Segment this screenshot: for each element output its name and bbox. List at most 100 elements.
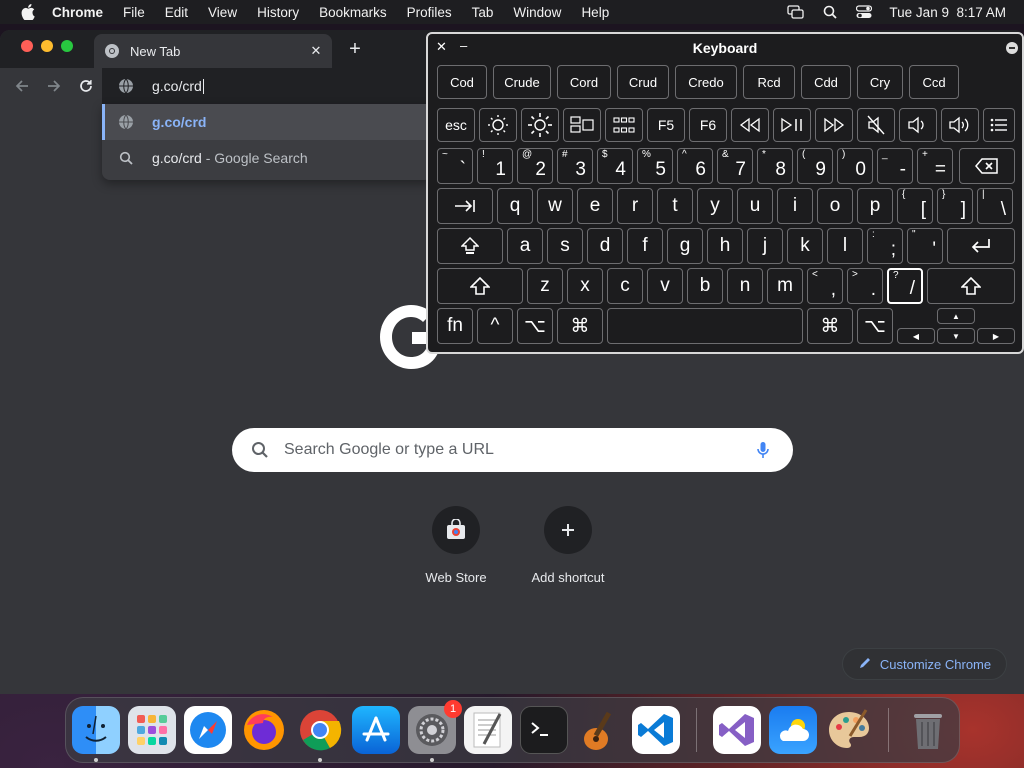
mission-control-icon[interactable] [563,108,601,142]
key-letter[interactable]: m [767,268,803,304]
key-letter[interactable]: p [857,188,893,224]
back-arrow-icon[interactable] [12,76,32,96]
menu-file[interactable]: File [123,5,145,20]
key-letter[interactable]: r [617,188,653,224]
minimize-window-button[interactable] [41,40,53,52]
key-number-11[interactable]: _ - [877,148,913,184]
option-right-key[interactable]: ⌥ [857,308,893,344]
key-letter[interactable]: w [537,188,573,224]
mute-icon[interactable] [857,108,895,142]
address-input[interactable]: g.co/crd [152,78,202,94]
space-bar[interactable] [607,308,803,344]
arrow-left-key-icon[interactable]: ◀ [897,328,935,344]
key-symbol-2[interactable]: | \ [977,188,1013,224]
textedit-icon[interactable] [464,706,512,754]
volume-up-icon[interactable] [941,108,979,142]
close-window-button[interactable] [21,40,33,52]
key-letter[interactable]: t [657,188,693,224]
key-symbol-0[interactable]: <, [807,268,843,304]
weather-icon[interactable] [769,706,817,754]
menu-window[interactable]: Window [513,5,561,20]
list-icon[interactable] [983,108,1015,142]
visual-studio-icon[interactable] [713,706,761,754]
suggestion-key[interactable]: Cod [437,65,487,99]
key-letter[interactable]: o [817,188,853,224]
new-tab-button[interactable]: + [344,38,366,60]
suggestion-key[interactable]: Credo [675,65,737,99]
key-letter[interactable]: u [737,188,773,224]
trash-icon[interactable] [904,706,952,754]
shortcut-web-store[interactable]: Web Store [400,506,512,585]
suggestion-search[interactable]: g.co/crd - Google Search [102,140,432,176]
key-number-3[interactable]: #3 [557,148,593,184]
key-letter[interactable]: g [667,228,703,264]
terminal-icon[interactable] [520,706,568,754]
options-icon[interactable] [1006,42,1018,54]
screen-mirroring-icon[interactable] [787,5,805,19]
rewind-icon[interactable] [731,108,769,142]
key-number-8[interactable]: * 8 [757,148,793,184]
key-letter[interactable]: a [507,228,543,264]
safari-icon[interactable] [184,706,232,754]
customize-chrome-button[interactable]: Customize Chrome [842,648,1007,680]
key-number-6[interactable]: ^ 6 [677,148,713,184]
fn-key[interactable]: fn [437,308,473,344]
menu-bookmarks[interactable]: Bookmarks [319,5,387,20]
suggestion-key[interactable]: Cdd [801,65,851,99]
zoom-window-button[interactable] [61,40,73,52]
key-letter[interactable]: i [777,188,813,224]
paint-palette-icon[interactable] [825,706,873,754]
command-left-key[interactable]: ⌘ [557,308,603,344]
key-symbol-1[interactable]: }] [937,188,973,224]
command-right-key[interactable]: ⌘ [807,308,853,344]
key-letter[interactable]: y [697,188,733,224]
menu-tab[interactable]: Tab [472,5,494,20]
key-letter[interactable]: h [707,228,743,264]
key-letter[interactable]: z [527,268,563,304]
shift-left-key-icon[interactable] [437,268,523,304]
address-bar[interactable]: g.co/crd [102,68,432,104]
key-symbol-0[interactable]: :; [867,228,903,264]
arrow-down-key-icon[interactable]: ▼ [937,328,975,344]
arrow-up-key-icon[interactable]: ▲ [937,308,975,324]
f5-key[interactable]: F5 [647,108,685,142]
menu-edit[interactable]: Edit [165,5,188,20]
key-letter[interactable]: s [547,228,583,264]
key-letter[interactable]: q [497,188,533,224]
brightness-down-icon[interactable] [479,108,517,142]
key-number-2[interactable]: @2 [517,148,553,184]
arrow-right-key-icon[interactable]: ▶ [977,328,1015,344]
launchpad-app-icon[interactable] [128,706,176,754]
apple-menu-icon[interactable] [18,0,38,24]
key-letter[interactable]: c [607,268,643,304]
finder-icon[interactable] [72,706,120,754]
key-number-9[interactable]: (9 [797,148,833,184]
garageband-icon[interactable] [576,706,624,754]
key-letter[interactable]: n [727,268,763,304]
key-letter[interactable]: k [787,228,823,264]
suggestion-key[interactable]: Cord [557,65,611,99]
key-number-1[interactable]: ! 1 [477,148,513,184]
vscode-icon[interactable] [632,706,680,754]
control-key[interactable]: ^ [477,308,513,344]
spotlight-search-icon[interactable] [821,5,839,19]
shortcut-add[interactable]: Add shortcut [512,506,624,585]
key-symbol-1[interactable]: " ' [907,228,943,264]
play-pause-icon[interactable] [773,108,811,142]
suggestion-key[interactable]: Crud [617,65,669,99]
control-center-icon[interactable] [855,5,873,19]
launchpad-icon[interactable] [605,108,643,142]
key-symbol-0[interactable]: {[ [897,188,933,224]
suggestion-key[interactable]: Cry [857,65,903,99]
reload-icon[interactable] [76,76,96,96]
suggestion-key[interactable]: Rcd [743,65,795,99]
key-number-4[interactable]: $4 [597,148,633,184]
chrome-app-icon[interactable] [296,706,344,754]
key-letter[interactable]: l [827,228,863,264]
key-number-10[interactable]: ) 0 [837,148,873,184]
caps-lock-key-icon[interactable] [437,228,503,264]
tab-new-tab[interactable]: New Tab ✕ [94,34,332,68]
key-letter[interactable]: b [687,268,723,304]
key-letter[interactable]: v [647,268,683,304]
key-symbol-1[interactable]: >. [847,268,883,304]
